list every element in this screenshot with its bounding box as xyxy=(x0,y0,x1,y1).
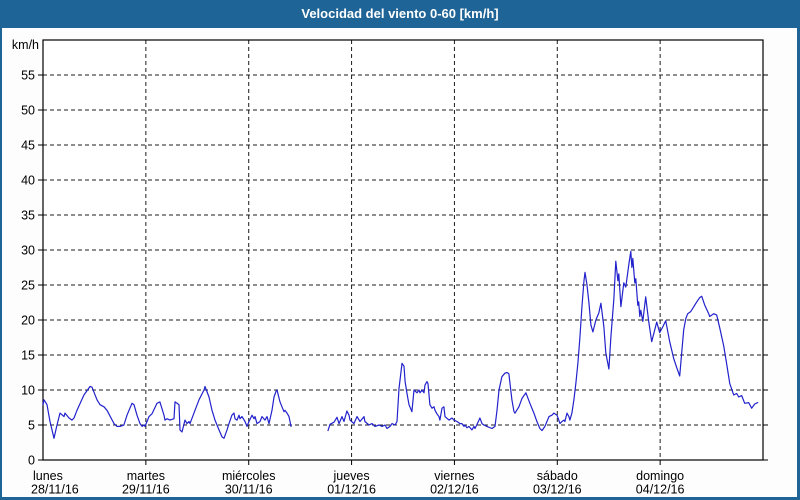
svg-text:20: 20 xyxy=(21,314,35,328)
svg-text:domingo: domingo xyxy=(636,469,684,483)
svg-text:jueves: jueves xyxy=(333,469,370,483)
svg-text:miércoles: miércoles xyxy=(222,469,276,483)
svg-text:5: 5 xyxy=(28,419,35,433)
svg-text:50: 50 xyxy=(21,104,35,118)
svg-text:30: 30 xyxy=(21,244,35,258)
app-window: 0 5 10 15 20 25 30 35 40 45 50 55 km/h lunes28/11/16 m… xyxy=(0,0,800,500)
wind-speed-chart: 0 5 10 15 20 25 30 35 40 45 50 55 km/h lunes28/11/16 m… xyxy=(2,0,800,500)
svg-text:29/11/16: 29/11/16 xyxy=(122,483,170,497)
svg-text:0: 0 xyxy=(28,454,35,468)
svg-text:30/11/16: 30/11/16 xyxy=(225,483,273,497)
svg-text:viernes: viernes xyxy=(434,469,474,483)
svg-text:lunes: lunes xyxy=(33,469,63,483)
svg-text:02/12/16: 02/12/16 xyxy=(430,483,479,497)
svg-text:03/12/16: 03/12/16 xyxy=(533,483,582,497)
svg-text:sábado: sábado xyxy=(537,469,578,483)
svg-text:55: 55 xyxy=(21,69,35,83)
svg-text:10: 10 xyxy=(21,384,35,398)
y-axis-unit-label: km/h xyxy=(12,38,39,52)
svg-text:40: 40 xyxy=(21,174,35,188)
svg-text:martes: martes xyxy=(127,469,165,483)
x-axis-labels: lunes28/11/16 martes29/11/16 miércoles30/1… xyxy=(31,469,685,497)
svg-text:28/11/16: 28/11/16 xyxy=(31,483,79,497)
svg-text:01/12/16: 01/12/16 xyxy=(327,483,376,497)
y-axis-labels: 0 5 10 15 20 25 30 35 40 45 50 55 xyxy=(21,69,35,468)
svg-text:35: 35 xyxy=(21,209,35,223)
chart-title: Velocidad del viento 0-60 [km/h] xyxy=(0,0,800,27)
window-title-bar: Velocidad del viento 0-60 [km/h] xyxy=(0,0,800,28)
svg-text:04/12/16: 04/12/16 xyxy=(636,483,685,497)
svg-text:25: 25 xyxy=(21,279,35,293)
svg-text:15: 15 xyxy=(21,349,35,363)
svg-text:45: 45 xyxy=(21,139,35,153)
